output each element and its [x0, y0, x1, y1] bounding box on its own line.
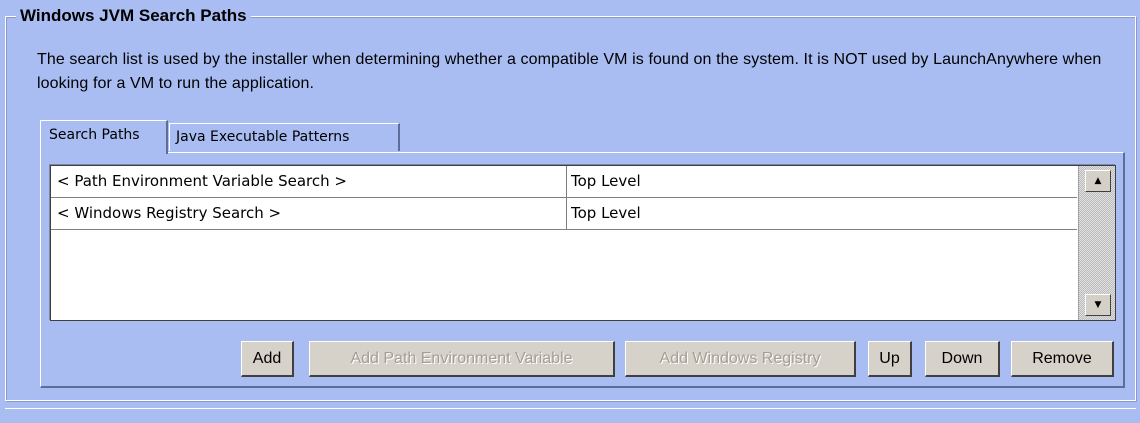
remove-button[interactable]: Remove — [1011, 341, 1114, 377]
path-cell[interactable]: < Windows Registry Search > — [51, 198, 567, 229]
tab-java-executable-patterns[interactable]: Java Executable Patterns — [169, 123, 400, 151]
path-cell[interactable]: < Path Environment Variable Search > — [51, 166, 567, 197]
scroll-down-button[interactable]: ▼ — [1085, 294, 1111, 316]
arrow-up-icon: ▲ — [1094, 175, 1102, 186]
scroll-up-button[interactable]: ▲ — [1085, 170, 1111, 192]
jvm-search-paths-panel: Windows JVM Search Paths The search list… — [0, 0, 1140, 423]
level-cell[interactable]: Top Level — [569, 166, 1069, 197]
table-row[interactable]: < Path Environment Variable Search > Top… — [51, 166, 1077, 198]
vertical-scrollbar[interactable]: ▲ ▼ — [1078, 166, 1115, 320]
level-cell[interactable]: Top Level — [569, 198, 1069, 229]
search-paths-table: < Path Environment Variable Search > Top… — [50, 165, 1116, 321]
add-button[interactable]: Add — [241, 341, 294, 377]
add-windows-registry-button[interactable]: Add Windows Registry — [625, 341, 856, 377]
group-title: Windows JVM Search Paths — [16, 6, 251, 26]
table-row[interactable]: < Windows Registry Search > Top Level — [51, 198, 1077, 230]
table-body: < Path Environment Variable Search > Top… — [51, 166, 1077, 230]
description-text: The search list is used by the installer… — [37, 51, 1102, 92]
arrow-down-icon: ▼ — [1094, 299, 1102, 310]
bottom-divider — [5, 408, 1136, 410]
up-button[interactable]: Up — [868, 341, 912, 377]
down-button[interactable]: Down — [925, 341, 1000, 377]
add-path-environment-variable-button[interactable]: Add Path Environment Variable — [309, 341, 615, 377]
tab-search-paths[interactable]: Search Paths — [40, 120, 168, 154]
